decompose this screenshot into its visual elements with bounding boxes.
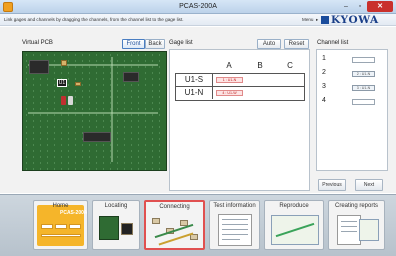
pcb-icon <box>99 216 119 240</box>
previous-button[interactable]: Previous <box>318 179 346 191</box>
step-locating-label: Locating <box>104 203 128 209</box>
channel-slot[interactable] <box>352 57 375 63</box>
minimize-button[interactable]: – <box>339 1 353 12</box>
step-locating[interactable]: Locating <box>92 200 140 250</box>
gage-column-b: B <box>257 61 263 70</box>
back-button[interactable]: Back <box>145 39 165 49</box>
gage-list-area[interactable] <box>169 49 310 191</box>
step-home[interactable]: Home PCAS-200A <box>33 200 88 250</box>
home-tile-icon <box>41 234 81 237</box>
gage-name: U1-S <box>176 74 213 86</box>
window-title: PCAS-200A <box>179 3 217 10</box>
pcb-trace <box>28 112 158 114</box>
lead-wire <box>68 96 73 105</box>
maximize-button[interactable]: ▫ <box>353 1 367 12</box>
step-reproduce[interactable]: Reproduce <box>264 200 324 250</box>
step-creating-reports[interactable]: Creating reports <box>328 200 385 250</box>
front-button[interactable]: Front <box>122 39 145 49</box>
pcb-component <box>29 60 49 74</box>
gage-column-a: A <box>226 61 232 70</box>
kyowa-logo: KYOWA <box>331 14 379 26</box>
gage-name: U1-N <box>176 87 213 99</box>
step-connecting-label: Connecting <box>159 204 190 210</box>
step-creating-reports-label: Creating reports <box>334 203 379 209</box>
pcb-component <box>83 132 111 142</box>
auto-button[interactable]: Auto <box>257 39 281 49</box>
report-icon <box>337 215 361 245</box>
home-tile-icon <box>41 224 53 229</box>
step-reproduce-label: Reproduce <box>279 203 309 209</box>
reset-button[interactable]: Reset <box>284 39 309 49</box>
step-test-information-label: Test information <box>213 203 256 209</box>
strain-gage-marker[interactable] <box>75 82 81 86</box>
lead-wire <box>61 96 66 105</box>
pcb-component <box>123 72 139 82</box>
gage-column-c: C <box>287 61 293 70</box>
title-bar: PCAS-200A – ▫ ✕ <box>0 0 396 14</box>
channel-slot[interactable] <box>352 99 375 105</box>
channel-link-chip[interactable]: 1 : U1-N <box>216 77 243 83</box>
strain-gage-marker[interactable] <box>61 60 67 66</box>
next-button[interactable]: Next <box>355 179 383 191</box>
home-tile-icon <box>69 224 81 229</box>
menu-button[interactable]: Menu <box>302 17 314 22</box>
pcb-trace <box>111 57 113 162</box>
form-icon <box>218 214 252 246</box>
chip-icon <box>121 223 133 235</box>
table-row: U1-N 4 : U1-W <box>176 87 304 100</box>
channel-list-title: Channel list <box>317 40 349 46</box>
channel-slot[interactable]: 3 : U1-N <box>352 85 375 91</box>
kyowa-logo-mark <box>321 16 329 24</box>
channel-list-area[interactable] <box>316 49 388 171</box>
instruction-text: Link gages and channels by dragging the … <box>4 17 184 22</box>
instruction-bar: Link gages and channels by dragging the … <box>0 14 396 26</box>
close-button[interactable]: ✕ <box>367 1 393 12</box>
menu-arrow-icon[interactable]: ▸ <box>316 17 318 23</box>
channel-link-chip[interactable]: 4 : U1-W <box>216 90 243 96</box>
virtual-pcb-board[interactable]: U1 <box>22 51 167 171</box>
channel-number: 2 <box>322 69 326 76</box>
channel-number: 3 <box>322 83 326 90</box>
step-home-label: Home <box>52 203 69 209</box>
channel-number: 4 <box>322 97 326 104</box>
table-row: U1-S 1 : U1-N <box>176 74 304 87</box>
channel-slot[interactable]: 2 : U1-N <box>352 71 375 77</box>
step-connecting[interactable]: Connecting <box>144 200 205 250</box>
connector-icon <box>152 218 160 224</box>
gage-list-title: Gage list <box>169 40 193 46</box>
report-chart-icon <box>359 219 379 241</box>
step-test-information[interactable]: Test information <box>209 200 260 250</box>
channel-number: 1 <box>322 55 326 62</box>
gage-table: U1-S 1 : U1-N U1-N 4 : U1-W <box>175 73 305 101</box>
virtual-pcb-title: Virtual PCB <box>22 40 53 46</box>
home-product-name: PCAS-200A <box>60 210 88 216</box>
home-tile-icon <box>55 224 67 229</box>
chip-label-u1: U1 <box>57 79 67 87</box>
